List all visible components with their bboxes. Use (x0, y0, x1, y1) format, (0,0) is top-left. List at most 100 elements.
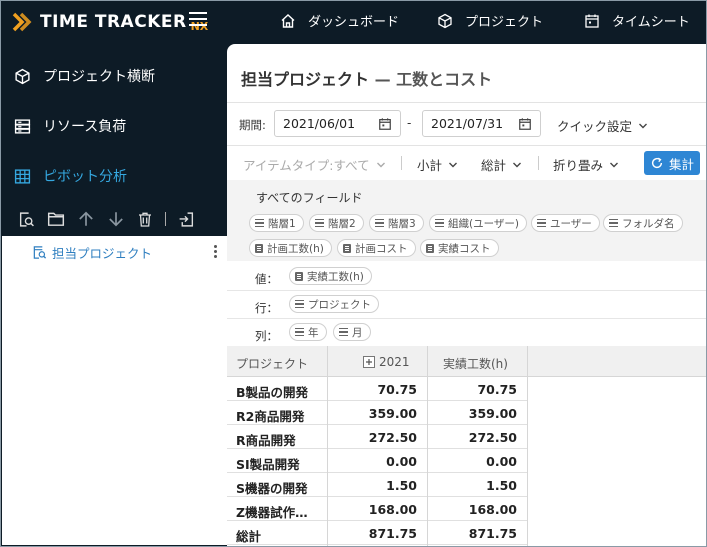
field-chip[interactable]: ユーザー (531, 214, 600, 232)
field-chip[interactable]: 計画工数(h) (249, 239, 332, 257)
field-chip-label: ユーザー (550, 217, 592, 230)
cell-2021: 359.00 (368, 406, 417, 421)
grand-total-dropdown[interactable]: 総計 (481, 155, 522, 174)
divider (227, 102, 707, 103)
nav-timesheet[interactable]: タイムシート (584, 11, 690, 30)
table-row[interactable]: R商品開発 272.50 272.50 (227, 425, 527, 449)
calendar-icon[interactable] (378, 117, 392, 131)
table-row[interactable]: B製品の開発 70.75 70.75 (227, 377, 527, 401)
field-chip[interactable]: フォルダ名 (603, 214, 683, 232)
cube-icon (438, 13, 452, 28)
tree-item-assigned-project[interactable]: 担当プロジェクト (32, 243, 152, 262)
dimension-icon (295, 328, 304, 336)
row-header-project: Z機器試作… (236, 505, 308, 520)
aggregate-button[interactable]: 集計 (644, 151, 700, 175)
dimension-icon (339, 328, 348, 336)
fold-dropdown[interactable]: 折り畳み (553, 155, 619, 174)
sidebar: プロジェクト横断 リソース負荷 ピボット分析 担当プロジェクト (0, 42, 227, 547)
all-fields-area: すべてのフィールド 階層1 階層2 階層3 組織(ユーザー) ユーザー フォルダ… (227, 180, 707, 261)
dimension-icon (435, 219, 444, 227)
dimension-icon (609, 219, 618, 227)
toolbar-divider (165, 212, 166, 226)
values-field-chip[interactable]: 実績工数(h) (289, 267, 372, 285)
cell-total: 168.00 (468, 502, 517, 517)
column-header-project[interactable]: プロジェクト (236, 355, 308, 372)
main-panel: 担当プロジェクト — 工数とコスト 期間: 2021/06/01 - 2021/… (227, 44, 707, 547)
dimension-icon (537, 219, 546, 227)
page-title: 担当プロジェクト — 工数とコスト (241, 66, 492, 90)
column-header-actual-hours[interactable]: 実績工数(h) (443, 355, 508, 372)
row-header-project: R商品開発 (236, 433, 296, 448)
toolbar-divider (538, 156, 539, 170)
calendar-icon (585, 14, 599, 28)
divider (227, 318, 707, 319)
logo-mark-icon (12, 12, 32, 32)
expand-icon[interactable] (363, 356, 375, 368)
field-chip[interactable]: 組織(ユーザー) (429, 214, 527, 232)
field-chip-label: 階層3 (388, 217, 416, 230)
sidebar-item-label: ピボット分析 (43, 169, 127, 185)
divider (227, 145, 707, 146)
field-chip[interactable]: 階層3 (369, 214, 424, 232)
top-bar: TIME TRACKER NX ダッシュボード プロジェクト タイムシート (0, 0, 707, 42)
sidebar-item-cross-project[interactable]: プロジェクト横断 (14, 66, 155, 86)
arrow-down-icon[interactable] (107, 210, 125, 228)
app-logo[interactable]: TIME TRACKER NX (12, 9, 208, 35)
table-row[interactable]: SI製品開発 0.00 0.00 (227, 449, 527, 473)
measure-icon (255, 243, 263, 253)
calendar-icon[interactable] (518, 117, 532, 131)
columns-field-chip[interactable]: 年 (289, 323, 327, 341)
logo-text: TIME TRACKER (40, 12, 187, 32)
field-chip-label: 実績コスト (438, 242, 491, 255)
nav-project-label: プロジェクト (465, 15, 544, 30)
trash-icon[interactable] (137, 211, 153, 228)
column-divider (527, 346, 528, 377)
columns-field-chip[interactable]: 月 (333, 323, 371, 341)
item-type-dropdown[interactable]: アイテムタイプ:すべて (243, 155, 386, 174)
column-divider (427, 377, 428, 547)
date-to-field[interactable]: 2021/07/31 (422, 110, 541, 137)
arrow-up-icon[interactable] (77, 210, 95, 228)
column-header-year[interactable]: 2021 (363, 355, 410, 369)
nav-dashboard[interactable]: ダッシュボード (280, 11, 399, 30)
field-chip-label: 階層1 (268, 217, 296, 230)
date-from-field[interactable]: 2021/06/01 (274, 110, 401, 137)
field-chip[interactable]: 計画コスト (337, 239, 416, 257)
table-row[interactable]: Z機器試作… 168.00 168.00 (227, 497, 527, 521)
cell-total: 1.50 (486, 478, 517, 493)
table-row[interactable]: R2商品開発 359.00 359.00 (227, 401, 527, 425)
columns-zone-label: 列： (255, 329, 278, 343)
dimension-icon (295, 300, 304, 308)
search-doc-icon[interactable] (18, 211, 35, 228)
cell-2021: 1.50 (386, 478, 417, 493)
server-icon (14, 118, 31, 134)
field-chip[interactable]: 階層1 (249, 214, 304, 232)
cell-2021: 0.00 (386, 454, 417, 469)
cell-2021: 871.75 (368, 526, 417, 541)
folder-icon[interactable] (47, 211, 65, 227)
report-search-icon (33, 246, 47, 259)
field-chip[interactable]: 階層2 (309, 214, 364, 232)
page-title-main: 担当プロジェクト (241, 70, 370, 89)
row-header-project: R2商品開発 (236, 409, 305, 424)
dimension-icon (375, 219, 384, 227)
field-chip-label: 実績工数(h) (307, 270, 364, 283)
menu-toggle-icon[interactable] (189, 12, 207, 28)
field-chip[interactable]: 実績コスト (420, 239, 499, 257)
quick-settings-label: クイック設定 (557, 119, 633, 134)
more-options-icon[interactable] (214, 245, 218, 260)
export-icon[interactable] (178, 211, 195, 228)
table-row-grand-total[interactable]: 総計 871.75 871.75 (227, 521, 527, 545)
table-row[interactable]: S機器の開発 1.50 1.50 (227, 473, 527, 497)
measure-icon (343, 243, 351, 253)
sidebar-item-pivot-analysis[interactable]: ピボット分析 (14, 166, 127, 186)
subtotal-dropdown[interactable]: 小計 (417, 155, 458, 174)
chevron-down-icon (639, 123, 648, 128)
chevron-down-icon (449, 162, 458, 167)
sidebar-item-resource-load[interactable]: リソース負荷 (14, 116, 126, 136)
quick-settings-dropdown[interactable]: クイック設定 (557, 116, 648, 135)
rows-field-chip[interactable]: プロジェクト (289, 295, 379, 313)
dimension-icon (315, 219, 324, 227)
nav-project[interactable]: プロジェクト (437, 11, 543, 30)
subtotal-label: 小計 (417, 158, 443, 173)
